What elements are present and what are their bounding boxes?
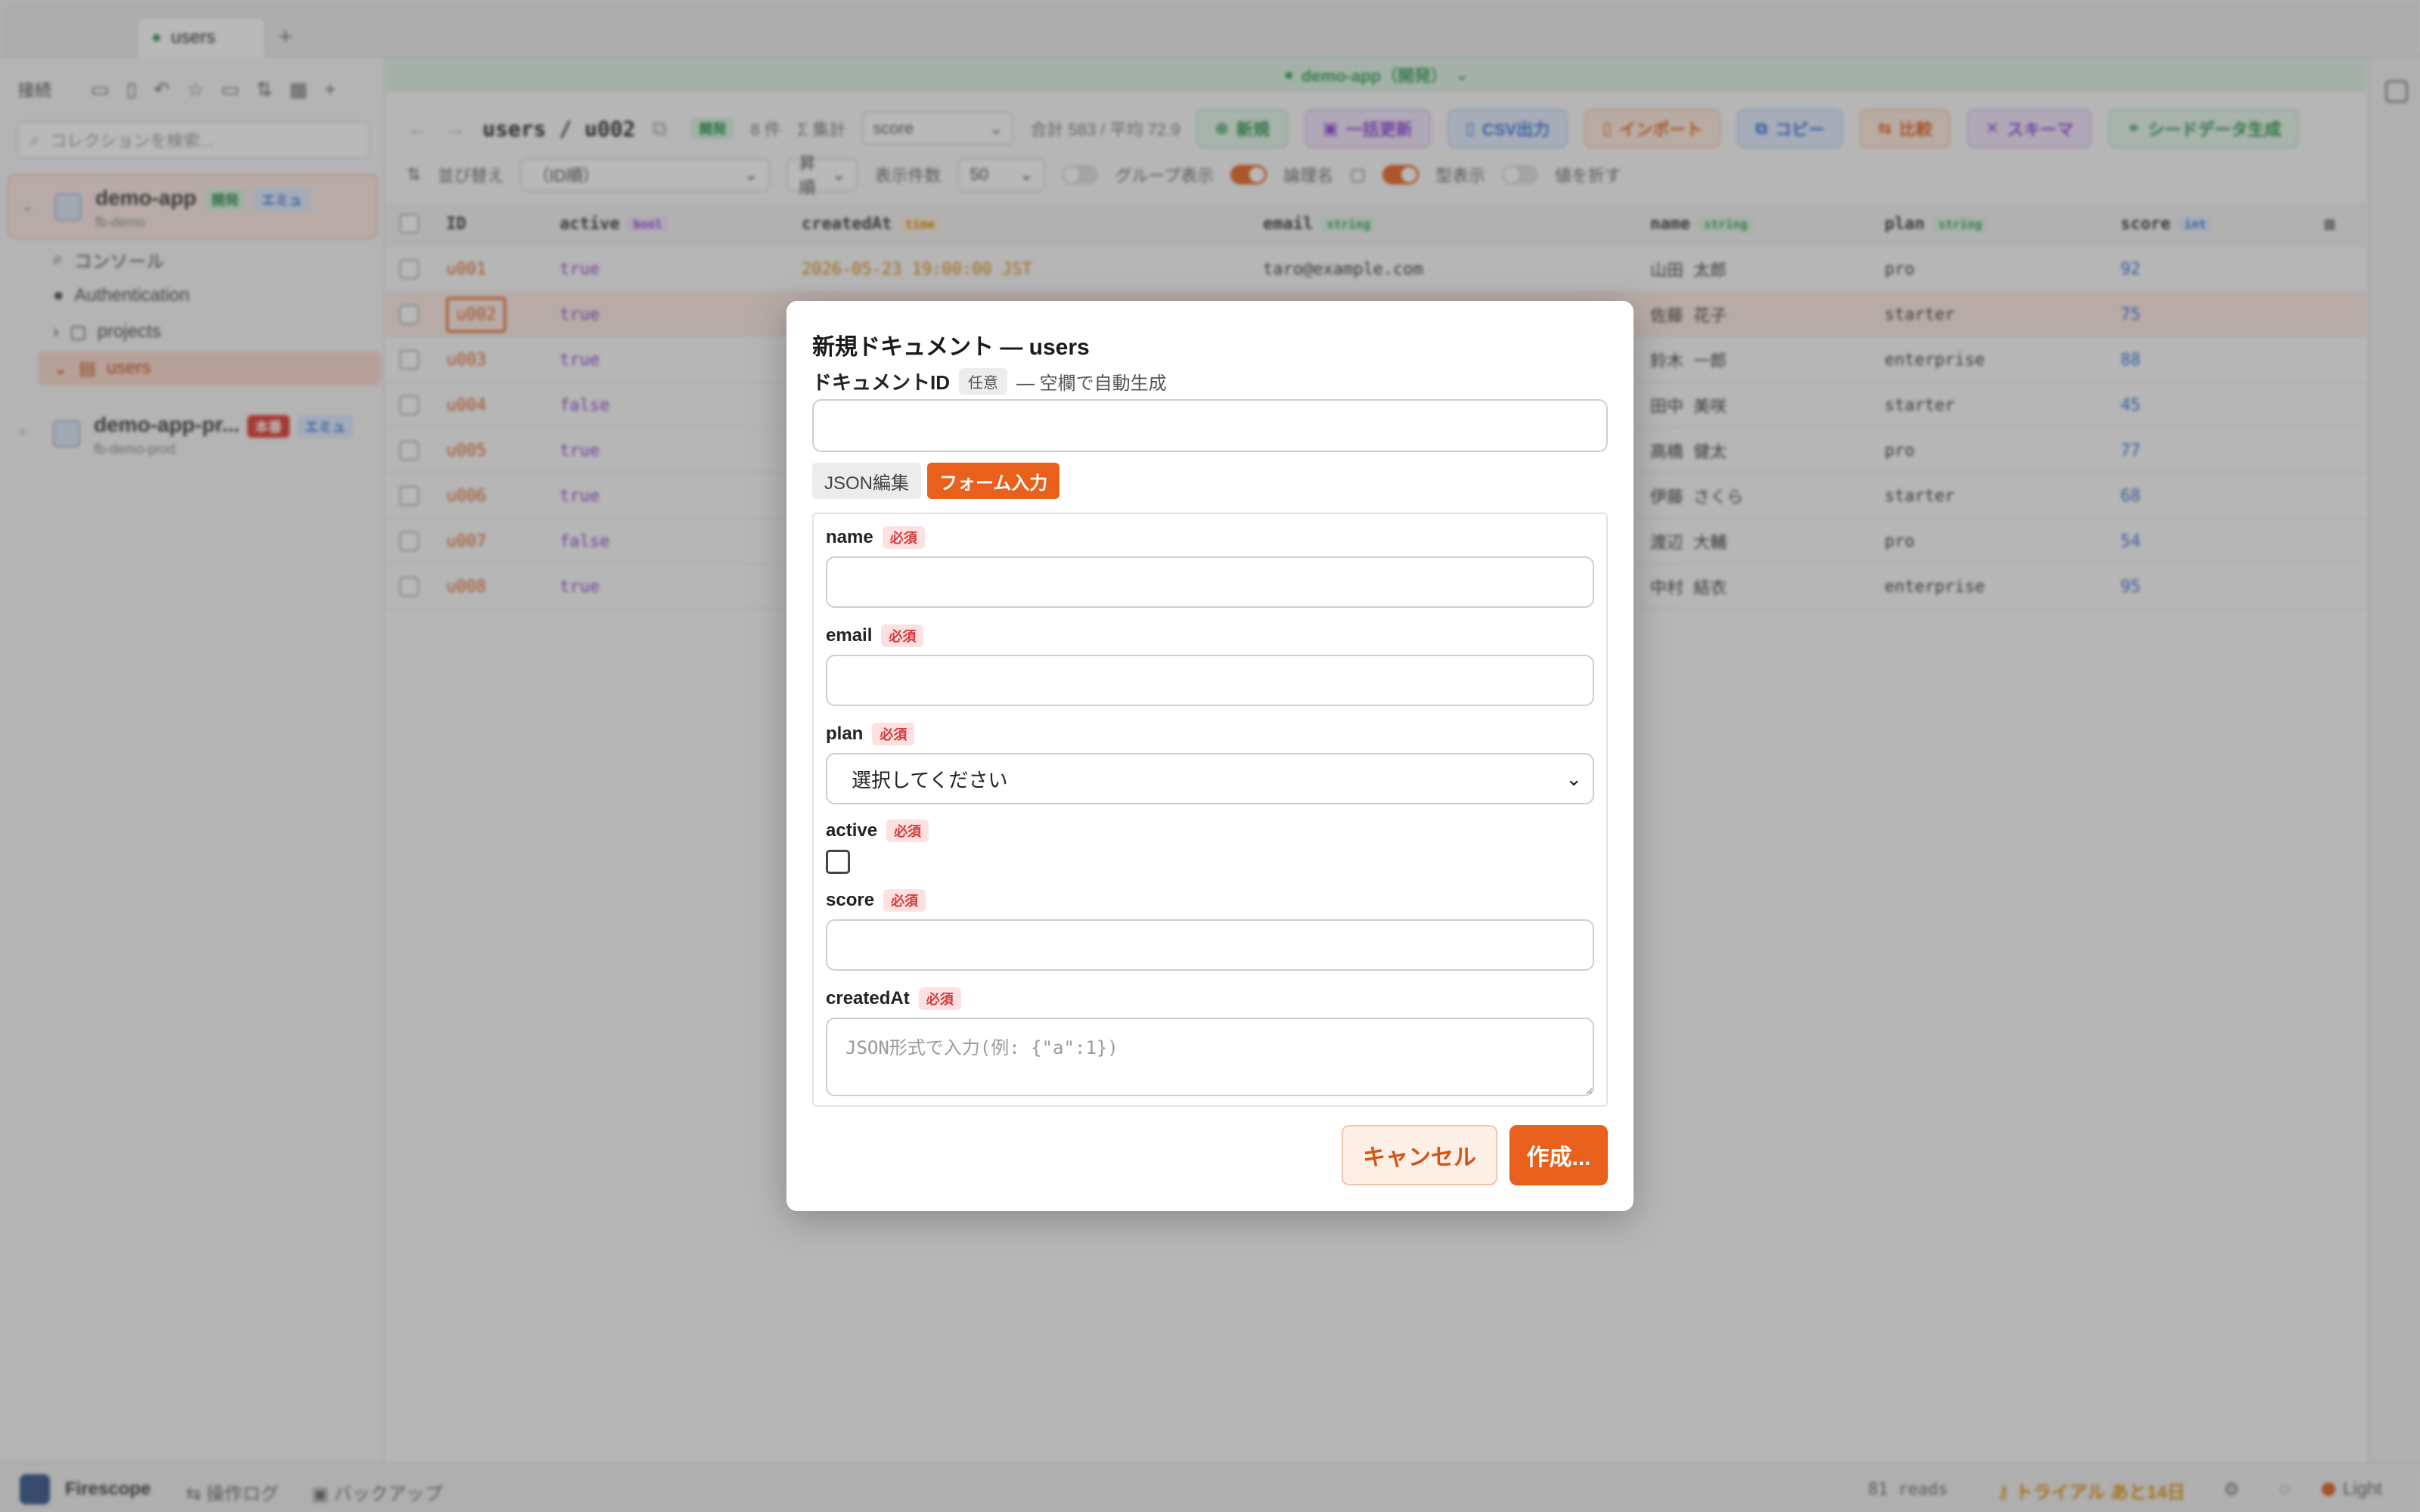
createdAt-field-label: createdAt 必須 <box>826 987 961 1010</box>
name-field-label: name 必須 <box>826 526 925 549</box>
required-badge: 必須 <box>918 987 961 1010</box>
active-field-label: active 必須 <box>826 820 929 842</box>
email-input[interactable] <box>826 655 1594 706</box>
tab-form-input[interactable]: フォーム入力 <box>927 463 1060 499</box>
email-field-label: email 必須 <box>826 624 924 647</box>
document-form: name 必須 email 必須 plan 必須 選択してください ⌄ active 必… <box>812 513 1608 1107</box>
createdAt-textarea[interactable] <box>826 1018 1594 1096</box>
document-id-hint: — 空欄で自動生成 <box>1016 373 1167 394</box>
cancel-button[interactable]: キャンセル <box>1342 1125 1497 1185</box>
score-field-label: score 必須 <box>826 889 926 912</box>
required-badge: 必須 <box>886 820 929 842</box>
required-badge: 必須 <box>883 889 926 912</box>
optional-badge: 任意 <box>959 368 1008 395</box>
tab-json-edit[interactable]: JSON編集 <box>812 463 922 499</box>
editor-mode-tabs: JSON編集 フォーム入力 <box>812 463 1060 499</box>
create-button[interactable]: 作成... <box>1509 1125 1608 1185</box>
required-badge: 必須 <box>872 723 915 745</box>
new-document-dialog: 新規ドキュメント — users ドキュメントID 任意 — 空欄で自動生成 J… <box>786 301 1634 1211</box>
document-id-input[interactable] <box>812 399 1608 452</box>
required-badge: 必須 <box>882 526 925 549</box>
plan-select[interactable]: 選択してください ⌄ <box>826 753 1594 804</box>
name-input[interactable] <box>826 556 1594 608</box>
chevron-down-icon: ⌄ <box>1565 767 1582 790</box>
active-checkbox[interactable] <box>826 850 850 874</box>
plan-field-label: plan 必須 <box>826 723 915 745</box>
document-id-label-row: ドキュメントID 任意 — 空欄で自動生成 <box>812 367 1167 395</box>
plan-select-value: 選択してください <box>852 768 1008 792</box>
score-input[interactable] <box>826 919 1594 971</box>
document-id-label: ドキュメントID <box>812 371 951 394</box>
dialog-title: 新規ドキュメント — users <box>812 335 1090 360</box>
required-badge: 必須 <box>881 624 924 647</box>
